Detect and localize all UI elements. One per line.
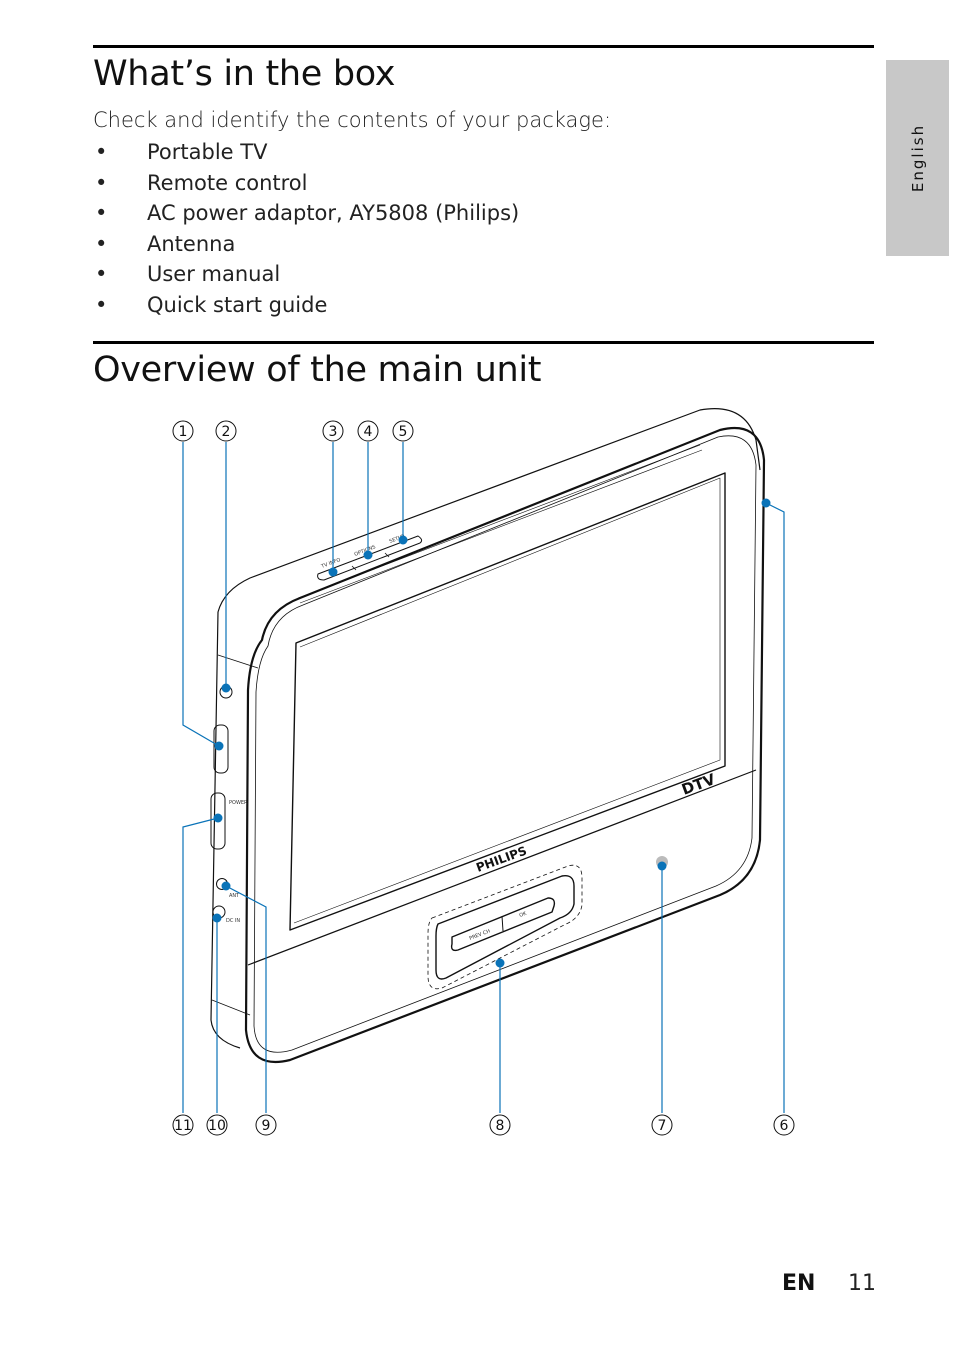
ok-label: OK xyxy=(519,910,529,918)
page-number: 11 xyxy=(848,1271,876,1296)
dtv-badge: DTV xyxy=(679,770,718,799)
callout-label: 8 xyxy=(496,1118,505,1134)
callout-label: 7 xyxy=(658,1118,667,1134)
antenna-label: ANT xyxy=(229,893,240,899)
prev-ch-label: PREV CH xyxy=(469,928,492,942)
control-area xyxy=(427,864,583,990)
device-top-shell xyxy=(217,408,761,613)
main-unit-diagram: PHILIPS DTV TV INFO OPTIONS SETUP PREV C… xyxy=(172,408,795,1136)
callout-label: 2 xyxy=(222,424,231,440)
dc-in-label: DC IN xyxy=(226,918,240,924)
callout-label: 4 xyxy=(364,424,373,440)
callout-label: 3 xyxy=(329,424,338,440)
callout-label: 5 xyxy=(399,424,408,440)
callout-label: 6 xyxy=(780,1118,789,1134)
callout-label: 9 xyxy=(262,1118,271,1134)
power-label: POWER xyxy=(229,800,248,806)
brand-logo: PHILIPS xyxy=(474,844,528,875)
callout-label: 10 xyxy=(208,1118,226,1134)
footer-language: EN xyxy=(782,1271,816,1296)
callout-label: 1 xyxy=(179,424,188,440)
callout-label: 11 xyxy=(174,1118,192,1134)
